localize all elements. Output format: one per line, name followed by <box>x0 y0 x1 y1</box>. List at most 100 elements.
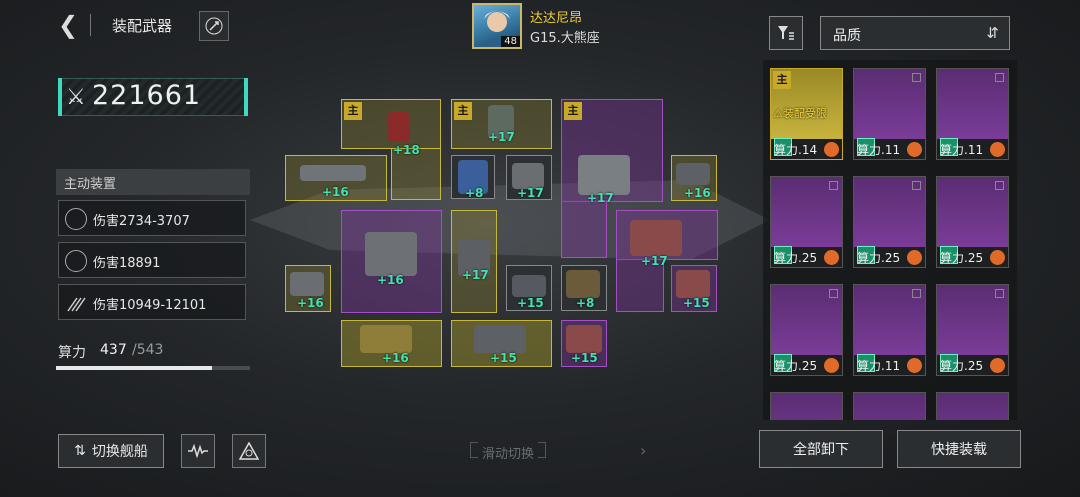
main-tag: 主 <box>454 102 472 120</box>
inventory-card[interactable]: 算力.11 <box>853 68 926 160</box>
slot-level: +16 <box>297 296 324 310</box>
capacity-label: 算力 <box>58 345 86 361</box>
quick-equip-button[interactable]: 快捷装载 <box>897 430 1021 468</box>
inventory-card[interactable] <box>936 392 1009 420</box>
inventory-card[interactable] <box>853 392 926 420</box>
inventory-card[interactable]: 算力.25 <box>853 176 926 268</box>
card-power: 算力.25 <box>857 251 901 265</box>
slot-level: +17 <box>641 254 668 268</box>
divider <box>90 14 91 36</box>
power-accent-left <box>58 78 62 116</box>
weapon-slot-extension <box>561 200 607 258</box>
radar-ring-icon <box>65 250 87 272</box>
inventory-card[interactable]: 算力.25 <box>770 284 843 376</box>
inventory-card[interactable]: 算力.25 <box>770 176 843 268</box>
ship-name: G15.大熊座 <box>530 31 600 46</box>
main-tag: 主 <box>773 71 791 89</box>
inventory-card[interactable]: 算力.25 <box>936 284 1009 376</box>
inventory-card[interactable] <box>770 392 843 420</box>
card-power: 算力.25 <box>774 251 818 265</box>
card-power: 算力.11 <box>940 143 984 157</box>
capacity-used: 437 <box>100 342 127 358</box>
capacity-bar-fill <box>56 366 213 370</box>
slot-level: +8 <box>465 186 484 200</box>
chevron-right-icon[interactable]: › <box>640 441 646 460</box>
slot-level: +8 <box>576 296 595 310</box>
inventory-grid: 主 ⚠装配受限 算力.14 算力.11 算力.11 算力.25 算力.25 算力… <box>763 60 1017 420</box>
unequip-all-button[interactable]: 全部卸下 <box>759 430 883 468</box>
capacity-chip-icon <box>990 250 1005 265</box>
lock-icon <box>912 73 921 82</box>
inventory-card[interactable]: 算力.11 <box>853 284 926 376</box>
capacity-chip-icon <box>907 250 922 265</box>
lock-icon <box>995 289 1004 298</box>
lock-icon <box>995 73 1004 82</box>
slot-level: +17 <box>462 268 489 282</box>
cannon-icon <box>676 163 710 185</box>
missile-pod-icon <box>388 112 410 142</box>
slot-level: +15 <box>490 351 517 365</box>
inventory-card[interactable]: 算力.25 <box>936 176 1009 268</box>
filter-button[interactable] <box>769 16 803 50</box>
formation-button[interactable] <box>232 434 266 468</box>
slot-level: +15 <box>571 351 598 365</box>
slot-level: +16 <box>382 351 409 365</box>
capacity-chip-icon <box>907 358 922 373</box>
slot-level: +15 <box>683 296 710 310</box>
lock-icon <box>829 181 838 190</box>
device-row-1[interactable]: 伤害2734-3707 <box>58 200 246 236</box>
card-power: 算力.14 <box>774 143 818 157</box>
waveform-icon <box>188 444 208 458</box>
capacity-max: /543 <box>132 342 164 358</box>
twin-cannon-icon <box>474 325 526 353</box>
inventory-card[interactable]: 主 ⚠装配受限 算力.14 <box>770 68 843 160</box>
filter-icon <box>778 26 794 40</box>
missile-launcher-icon <box>566 325 602 353</box>
captain-level: 48 <box>501 36 520 47</box>
crossed-swords-icon: ⚔ <box>66 85 86 110</box>
capacity-chip-icon <box>824 250 839 265</box>
weapon-art <box>854 393 925 420</box>
card-power: 算力.25 <box>774 359 818 373</box>
weapon-art <box>937 393 1008 420</box>
cannon-icon <box>290 272 324 296</box>
railgun-icon <box>300 165 366 181</box>
device-row-3[interactable]: 伤害10949-12101 <box>58 284 246 320</box>
lock-icon <box>912 289 921 298</box>
capacity-chip-icon <box>990 358 1005 373</box>
equip-limit-warning: ⚠装配受限 <box>773 107 827 120</box>
slot-level: +16 <box>377 273 404 287</box>
device-row-2[interactable]: 伤害18891 <box>58 242 246 278</box>
missile-burst-icon <box>65 292 87 314</box>
rocket-button[interactable] <box>199 11 229 41</box>
lock-icon <box>995 181 1004 190</box>
inventory-card[interactable]: 算力.11 <box>936 68 1009 160</box>
captain-name: 达达尼昂 <box>530 11 583 26</box>
power-accent-right <box>244 78 248 116</box>
card-power: 算力.25 <box>940 359 984 373</box>
waveform-button[interactable] <box>181 434 215 468</box>
switch-ship-button[interactable]: ⇅ 切换舰船 <box>58 434 164 468</box>
sort-select[interactable]: 品质 ⇵ <box>820 16 1010 50</box>
card-power: 算力.25 <box>940 251 984 265</box>
back-button[interactable]: ❮ <box>58 12 82 38</box>
sort-selected-label: 品质 <box>833 28 861 44</box>
device-damage-text: 伤害18891 <box>93 256 161 271</box>
slot-level: +16 <box>684 186 711 200</box>
main-tag: 主 <box>344 102 362 120</box>
slot-level: +16 <box>322 185 349 199</box>
target-ring-icon <box>65 208 87 230</box>
torpedo-icon <box>512 275 546 297</box>
captain-avatar[interactable]: 48 <box>472 3 522 49</box>
slot-level: +18 <box>393 143 420 157</box>
gatling-icon <box>365 232 417 276</box>
device-damage-text: 伤害2734-3707 <box>93 214 190 229</box>
sort-order-icon: ⇵ <box>986 24 999 42</box>
card-power: 算力.11 <box>857 359 901 373</box>
main-tag: 主 <box>564 102 582 120</box>
missile-launcher-icon <box>630 220 682 256</box>
shield-module-icon <box>566 270 600 298</box>
page-title: 装配武器 <box>112 17 173 35</box>
weapon-art <box>771 393 842 420</box>
heavy-turret-icon <box>578 155 630 195</box>
